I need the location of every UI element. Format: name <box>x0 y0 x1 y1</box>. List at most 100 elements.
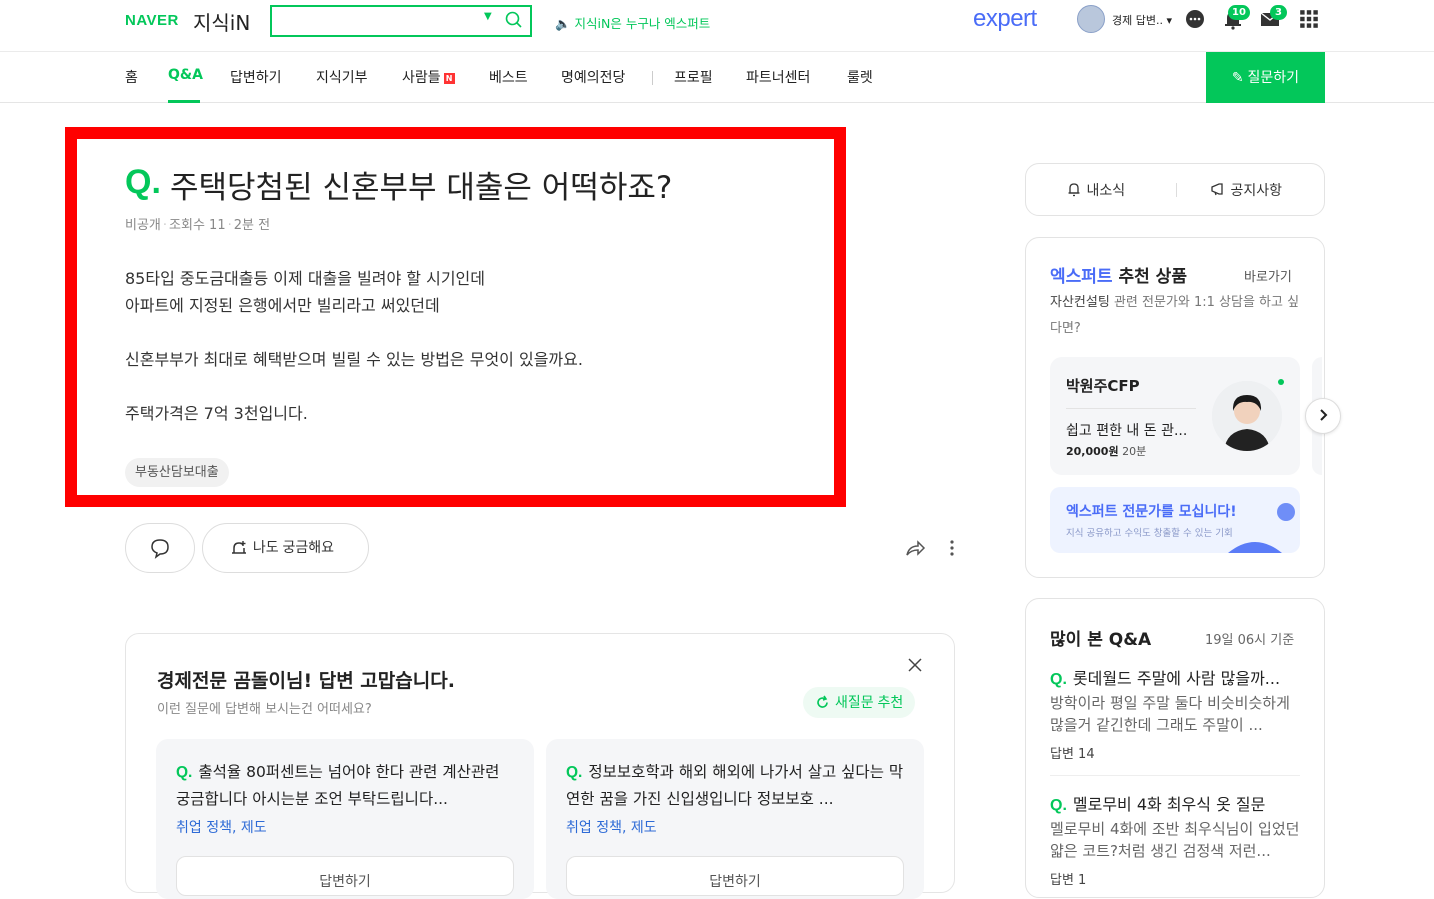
popular-qna-body: 멜로무비 4화에 조반 최우식님이 입었던 얇은 코트?처럼 생긴 검정색 저런… <box>1050 820 1300 860</box>
recommend-question-text: 출석율 80퍼센트는 넘어야 한다 관련 계산관련 궁금합니다 아시는분 조언 … <box>176 763 500 808</box>
expert-photo <box>1212 381 1282 451</box>
recommend-question-category[interactable]: 취업 정책, 제도 <box>566 817 657 837</box>
tagline-link[interactable]: 🔈 지식iN은 누구나 엑스퍼트 <box>555 13 710 32</box>
bell-icon <box>1068 183 1080 197</box>
popular-qna-heading: 많이 본 Q&A <box>1050 630 1152 650</box>
recommend-question-title: Q. 출석율 80퍼센트는 넘어야 한다 관련 계산관련 궁금합니다 아시는분 조… <box>176 759 516 813</box>
nav-active-indicator <box>168 100 200 103</box>
recommend-question-text: 정보보호학과 해외 해외에 나가서 살고 싶다는 막연한 꿈을 가진 신입생입니… <box>566 763 904 808</box>
recommend-subtitle: 이런 질문에 답변해 보시는건 어떠세요? <box>157 702 372 717</box>
question-author: 비공개 <box>125 218 161 233</box>
notification-badge: 10 <box>1228 5 1250 20</box>
refresh-icon <box>817 695 828 708</box>
nav-donation[interactable]: 지식기부 <box>316 67 368 87</box>
popular-qna-title-text: 롯데월드 주말에 사람 많을까... <box>1072 669 1281 688</box>
popular-qna-answers: 답변 14 <box>1050 747 1095 762</box>
recommend-question-category[interactable]: 취업 정책, 제도 <box>176 817 267 837</box>
recommend-question-title: Q. 정보보호학과 해외 해외에 나가서 살고 싶다는 막연한 꿈을 가진 신입생… <box>566 759 906 813</box>
user-menu[interactable]: 경제 답변.. ▾ <box>1112 12 1172 28</box>
more-options-icon[interactable] <box>946 538 958 558</box>
notice-box: 내소식 공지사항 <box>1025 163 1325 216</box>
close-icon[interactable] <box>905 655 925 675</box>
expert-price: 20,000원 20분 <box>1066 443 1146 459</box>
nav-best[interactable]: 베스트 <box>489 67 528 87</box>
notice-label: 공지사항 <box>1230 183 1282 199</box>
q-mark: Q. <box>1050 797 1067 814</box>
next-expert-button[interactable] <box>1305 398 1341 434</box>
question-views: 조회수 11 <box>169 218 226 233</box>
top-bar: NAVER 지식iN ▼ 🔈 지식iN은 누구나 엑스퍼트 expert 경제 … <box>0 0 1434 52</box>
expert-logo[interactable]: expert <box>973 5 1037 33</box>
refresh-recommend-button[interactable]: 새질문 추천 <box>803 687 916 718</box>
q-mark: Q. <box>566 764 583 781</box>
expert-recommend-box: 엑스퍼트 추천 상품 바로가기 자산컨설팅 관련 전문가와 1:1 상담을 하고… <box>1025 237 1325 578</box>
chat-icon[interactable] <box>1184 8 1206 30</box>
apps-grid-icon[interactable] <box>1298 8 1320 30</box>
curious-label: 나도 궁금해요 <box>252 539 335 556</box>
expert-card-divider <box>1066 408 1196 409</box>
search-dropdown-caret-icon[interactable]: ▼ <box>484 11 492 22</box>
popular-qna-title: Q. 멜로무비 4화 최우식 옷 질문 <box>1050 791 1300 815</box>
answer-button[interactable]: 답변하기 <box>176 856 514 896</box>
recruit-illustration-icon <box>1228 503 1295 553</box>
popular-qna-item[interactable]: Q. 멜로무비 4화 최우식 옷 질문 멜로무비 4화에 조반 최우식님이 입었던… <box>1050 791 1300 888</box>
expert-price-value: 20,000원 <box>1066 445 1119 458</box>
nav-home[interactable]: 홈 <box>125 67 138 87</box>
bell-plus-icon <box>232 540 246 554</box>
recruit-title: 엑스퍼트 전문가를 모십니다! <box>1066 504 1237 520</box>
notice-link[interactable]: 공지사항 <box>1210 180 1282 200</box>
recommend-question-card[interactable]: Q. 정보보호학과 해외 해외에 나가서 살고 싶다는 막연한 꿈을 가진 신입생… <box>546 739 924 899</box>
popular-divider <box>1050 775 1300 776</box>
nav-answer[interactable]: 답변하기 <box>230 67 282 87</box>
comment-button[interactable] <box>125 523 195 573</box>
mail-badge: 3 <box>1270 5 1287 20</box>
recruit-subtitle: 지식 공유하고 수익도 창출할 수 있는 기회 <box>1066 528 1233 539</box>
question-time: 2분 전 <box>233 218 271 233</box>
nav-profile[interactable]: 프로필 <box>674 67 713 87</box>
avatar[interactable] <box>1077 5 1105 33</box>
expert-name: 박원주CFP <box>1066 377 1140 395</box>
answer-button[interactable]: 답변하기 <box>566 856 904 896</box>
nav-qna[interactable]: Q&A <box>168 67 203 83</box>
new-badge: N <box>443 72 455 84</box>
naver-logo[interactable]: NAVER <box>125 12 179 29</box>
my-news-link[interactable]: 내소식 <box>1066 180 1125 200</box>
curious-button[interactable]: 나도 궁금해요 <box>202 523 369 573</box>
popular-qna-item[interactable]: Q. 롯데월드 주말에 사람 많을까... 방학이라 평일 주말 둘다 비슷비슷하… <box>1050 665 1300 762</box>
question-tag[interactable]: 부동산담보대출 <box>125 458 229 487</box>
question-title: 주택당첨된 신혼부부 대출은 어떡하죠? <box>170 170 673 206</box>
expert-description: 쉽고 편한 내 돈 관... <box>1066 423 1188 439</box>
search-icon[interactable] <box>504 10 524 30</box>
popular-qna-body: 방학이라 평일 주말 둘다 비슷비슷하게 많을거 같긴한데 그래도 주말이 ..… <box>1050 694 1290 734</box>
question-meta: 비공개 · 조회수 11 · 2분 전 <box>125 218 271 233</box>
expert-heading: 엑스퍼트 추천 상품 <box>1050 262 1187 287</box>
q-mark: Q. <box>176 764 193 781</box>
expert-shortcut-link[interactable]: 바로가기 <box>1244 266 1292 285</box>
ask-question-button[interactable]: ✎ 질문하기 <box>1206 52 1325 103</box>
search-input[interactable] <box>280 11 470 31</box>
expert-heading-brand: 엑스퍼트 <box>1050 267 1113 287</box>
my-news-label: 내소식 <box>1086 183 1126 199</box>
expert-duration: 20분 <box>1122 445 1147 458</box>
comment-icon <box>151 539 169 559</box>
expert-sub-category: 자산컨설팅 <box>1050 295 1110 310</box>
nav-hall-of-fame[interactable]: 명예의전당 <box>561 67 625 87</box>
recommend-question-card[interactable]: Q. 출석율 80퍼센트는 넘어야 한다 관련 계산관련 궁금합니다 아시는분 조… <box>156 739 534 899</box>
expert-product-card[interactable]: 박원주CFP 쉽고 편한 내 돈 관... 20,000원 20분 <box>1050 357 1300 475</box>
nav-roulette[interactable]: 룰렛 <box>847 67 873 87</box>
chevron-right-icon <box>1320 408 1328 421</box>
online-status-dot <box>1278 379 1284 385</box>
share-icon[interactable] <box>904 538 926 558</box>
question-q-mark: Q. <box>125 163 161 201</box>
nav-partner-center[interactable]: 파트너센터 <box>746 67 810 87</box>
nav-people[interactable]: 사람들 N <box>402 67 455 87</box>
expert-recruit-banner[interactable]: 엑스퍼트 전문가를 모십니다! 지식 공유하고 수익도 창출할 수 있는 기회 <box>1050 487 1300 553</box>
popular-qna-time: 19일 06시 기준 <box>1205 633 1295 648</box>
jisikin-logo[interactable]: 지식iN <box>193 7 250 36</box>
popular-qna-answers: 답변 1 <box>1050 873 1087 888</box>
expert-portrait-image <box>1212 381 1282 451</box>
main-nav: 홈 Q&A 답변하기 지식기부 사람들 N 베스트 명예의전당 프로필 파트너센터… <box>0 52 1434 103</box>
popular-qna-title: Q. 롯데월드 주말에 사람 많을까... <box>1050 665 1300 689</box>
nav-divider <box>652 71 653 85</box>
expert-heading-text: 추천 상품 <box>1118 267 1187 287</box>
